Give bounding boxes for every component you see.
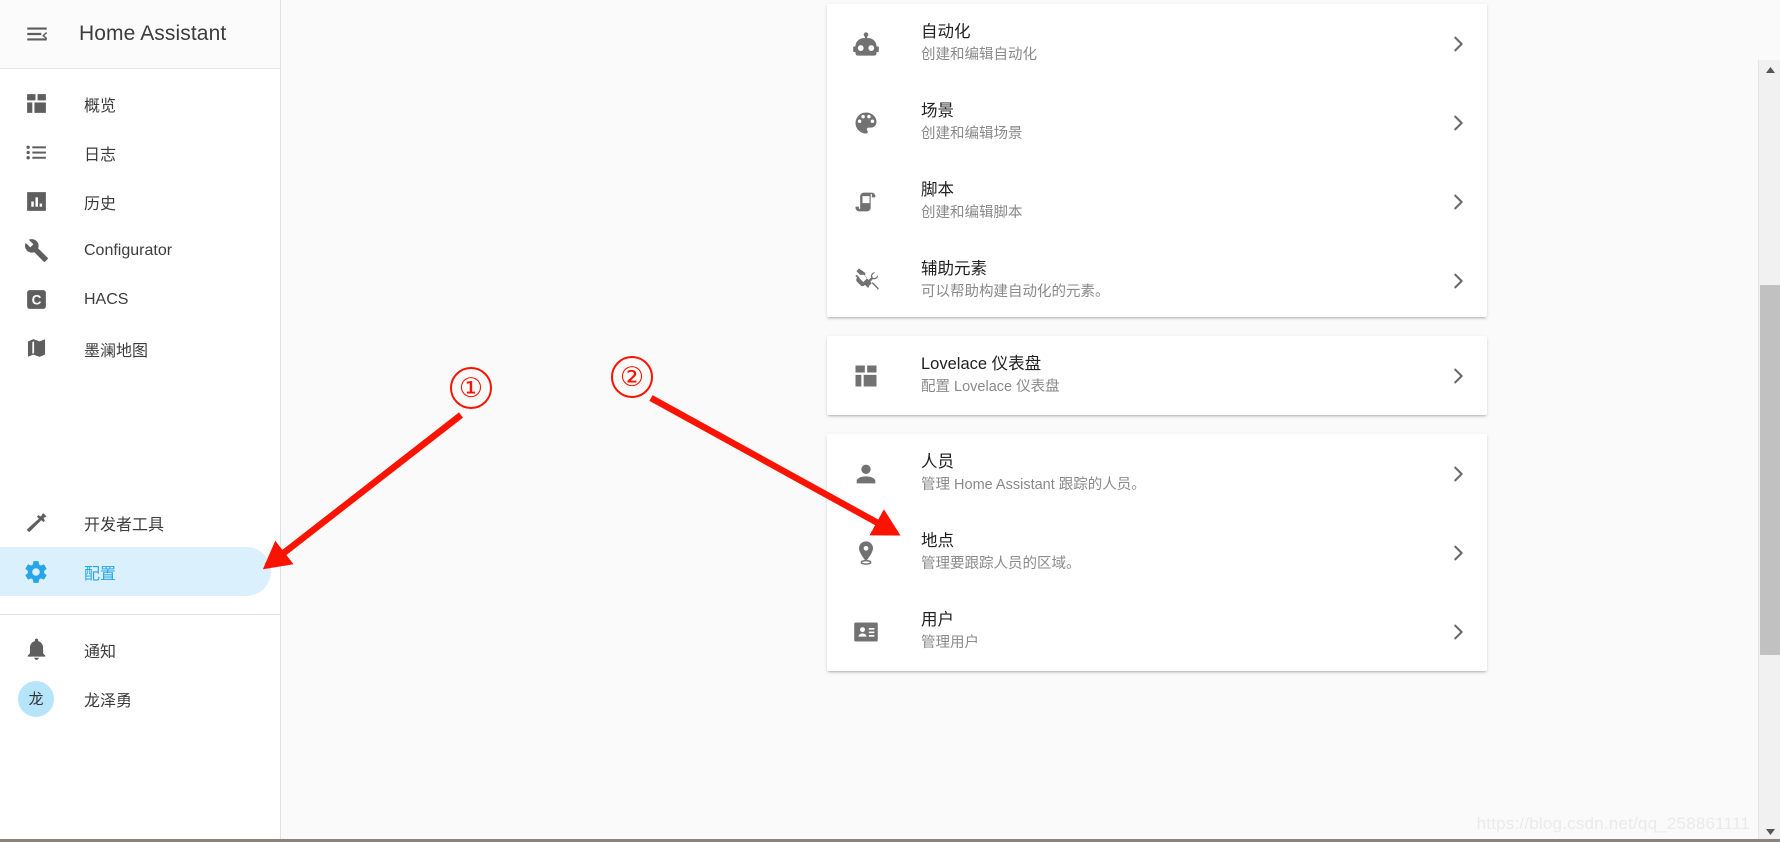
sidebar-item-configurator[interactable]: Configurator — [0, 226, 271, 275]
watermark-text: https://blog.csdn.net/qq_258861111 — [1476, 814, 1750, 833]
sidebar-item-hacs[interactable]: C HACS — [0, 275, 271, 324]
cog-icon — [18, 554, 54, 590]
settings-row-subtitle: 配置 Lovelace 仪表盘 — [921, 379, 1060, 396]
svg-text:C: C — [31, 293, 41, 308]
sidebar-nav: 概览 日志 历史 Configurator C HACS 墨澜地图 开发者工具 … — [0, 69, 280, 842]
menu-collapse-icon[interactable] — [17, 14, 57, 54]
view-dashboard-icon — [18, 86, 54, 122]
settings-row-automation[interactable]: 自动化 创建和编辑自动化 — [827, 4, 1487, 83]
sidebar-item-label: 通知 — [84, 643, 117, 661]
sidebar-item-map[interactable]: 墨澜地图 — [0, 324, 271, 373]
sidebar-item-configuration[interactable]: 配置 — [0, 547, 271, 596]
settings-row-text: 用户 管理用户 — [921, 610, 1446, 654]
app-title: Home Assistant — [79, 22, 227, 45]
settings-row-subtitle: 管理用户 — [921, 635, 979, 652]
sidebar-item-history[interactable]: 历史 — [0, 177, 271, 226]
app-root: Home Assistant 概览 日志 历史 Configurator C H… — [0, 0, 1780, 842]
settings-row-text: 地点 管理要跟踪人员的区域。 — [921, 531, 1446, 575]
settings-row-persons[interactable]: 人员 管理 Home Assistant 跟踪的人员。 — [827, 434, 1487, 513]
triangle-up-icon[interactable] — [1759, 60, 1780, 80]
view-dashboard-icon — [845, 355, 887, 397]
sidebar-item-label: 开发者工具 — [84, 516, 165, 534]
settings-list: 自动化 创建和编辑自动化 场景 创建和编辑场景 脚本 创建和编辑脚本 辅助元素 … — [281, 0, 1780, 842]
settings-row-text: 场景 创建和编辑场景 — [921, 101, 1446, 145]
settings-row-text: 自动化 创建和编辑自动化 — [921, 22, 1446, 66]
robot-icon — [845, 23, 887, 65]
sidebar-item-label: 历史 — [84, 195, 117, 213]
chart-box-icon — [18, 184, 54, 220]
chevron-right-icon[interactable] — [1446, 463, 1470, 485]
settings-row-subtitle: 创建和编辑场景 — [921, 126, 1023, 143]
lovelace-card: Lovelace 仪表盘 配置 Lovelace 仪表盘 — [827, 336, 1487, 415]
bell-icon — [18, 632, 54, 668]
settings-row-helpers[interactable]: 辅助元素 可以帮助构建自动化的元素。 — [827, 241, 1487, 320]
settings-row-title: Lovelace 仪表盘 — [921, 354, 1042, 373]
sidebar-item-label: 日志 — [84, 146, 117, 164]
chevron-right-icon[interactable] — [1446, 270, 1470, 292]
sidebar-item-user-profile[interactable]: 龙 龙泽勇 — [0, 674, 271, 723]
account-card-icon — [845, 611, 887, 653]
avatar-initial: 龙 — [18, 680, 54, 717]
vertical-scrollbar[interactable] — [1758, 60, 1780, 842]
sidebar-item-label: 概览 — [84, 97, 117, 115]
scroll-thumb[interactable] — [1760, 285, 1780, 655]
settings-row-text: 脚本 创建和编辑脚本 — [921, 180, 1446, 224]
sidebar-user-name: 龙泽勇 — [84, 692, 133, 710]
chevron-right-icon[interactable] — [1446, 33, 1470, 55]
settings-row-users[interactable]: 用户 管理用户 — [827, 592, 1487, 671]
sidebar-item-label: Configurator — [84, 241, 173, 259]
sidebar-item-notifications[interactable]: 通知 — [0, 625, 271, 674]
sidebar-item-developer-tools[interactable]: 开发者工具 — [0, 498, 271, 547]
settings-row-title: 脚本 — [921, 180, 954, 199]
chevron-right-icon[interactable] — [1446, 542, 1470, 564]
map-marker-icon — [845, 532, 887, 574]
sidebar-item-overview[interactable]: 概览 — [0, 79, 271, 128]
settings-row-title: 自动化 — [921, 22, 971, 41]
settings-row-title: 辅助元素 — [921, 259, 987, 278]
settings-row-title: 地点 — [921, 531, 954, 550]
sidebar-item-label: 墨澜地图 — [84, 342, 149, 360]
settings-row-title: 人员 — [921, 452, 954, 471]
sidebar-item-logbook[interactable]: 日志 — [0, 128, 271, 177]
automation-card: 自动化 创建和编辑自动化 场景 创建和编辑场景 脚本 创建和编辑脚本 辅助元素 … — [827, 4, 1487, 317]
settings-row-subtitle: 创建和编辑自动化 — [921, 47, 1037, 64]
script-icon — [845, 181, 887, 223]
map-icon — [18, 331, 54, 367]
hacs-c-icon: C — [18, 282, 54, 318]
tools-icon — [845, 260, 887, 302]
hammer-icon — [18, 505, 54, 541]
people-card: 人员 管理 Home Assistant 跟踪的人员。 地点 管理要跟踪人员的区… — [827, 434, 1487, 671]
chevron-right-icon[interactable] — [1446, 621, 1470, 643]
settings-row-text: Lovelace 仪表盘 配置 Lovelace 仪表盘 — [921, 354, 1446, 398]
settings-row-script[interactable]: 脚本 创建和编辑脚本 — [827, 162, 1487, 241]
settings-row-title: 用户 — [921, 610, 954, 629]
settings-row-title: 场景 — [921, 101, 954, 120]
avatar: 龙 — [18, 680, 54, 717]
account-icon — [845, 453, 887, 495]
main-content: 自动化 创建和编辑自动化 场景 创建和编辑场景 脚本 创建和编辑脚本 辅助元素 … — [281, 0, 1780, 842]
sidebar: Home Assistant 概览 日志 历史 Configurator C H… — [0, 0, 281, 842]
sidebar-bottom: 通知 龙 龙泽勇 — [0, 615, 280, 731]
settings-row-subtitle: 创建和编辑脚本 — [921, 205, 1023, 222]
settings-row-zones[interactable]: 地点 管理要跟踪人员的区域。 — [827, 513, 1487, 592]
sidebar-item-label: HACS — [84, 290, 129, 308]
settings-row-subtitle: 可以帮助构建自动化的元素。 — [921, 284, 1110, 301]
settings-row-subtitle: 管理 Home Assistant 跟踪的人员。 — [921, 477, 1146, 494]
sidebar-header: Home Assistant — [0, 0, 280, 69]
format-list-bulleted-icon — [18, 135, 54, 171]
settings-row-text: 辅助元素 可以帮助构建自动化的元素。 — [921, 259, 1446, 303]
settings-row-lovelace[interactable]: Lovelace 仪表盘 配置 Lovelace 仪表盘 — [827, 336, 1487, 415]
settings-row-subtitle: 管理要跟踪人员的区域。 — [921, 556, 1081, 573]
chevron-right-icon[interactable] — [1446, 112, 1470, 134]
settings-row-scene[interactable]: 场景 创建和编辑场景 — [827, 83, 1487, 162]
palette-icon — [845, 102, 887, 144]
chevron-right-icon[interactable] — [1446, 365, 1470, 387]
settings-row-text: 人员 管理 Home Assistant 跟踪的人员。 — [921, 452, 1446, 496]
sidebar-item-label: 配置 — [84, 565, 117, 583]
wrench-icon — [18, 233, 54, 269]
chevron-right-icon[interactable] — [1446, 191, 1470, 213]
